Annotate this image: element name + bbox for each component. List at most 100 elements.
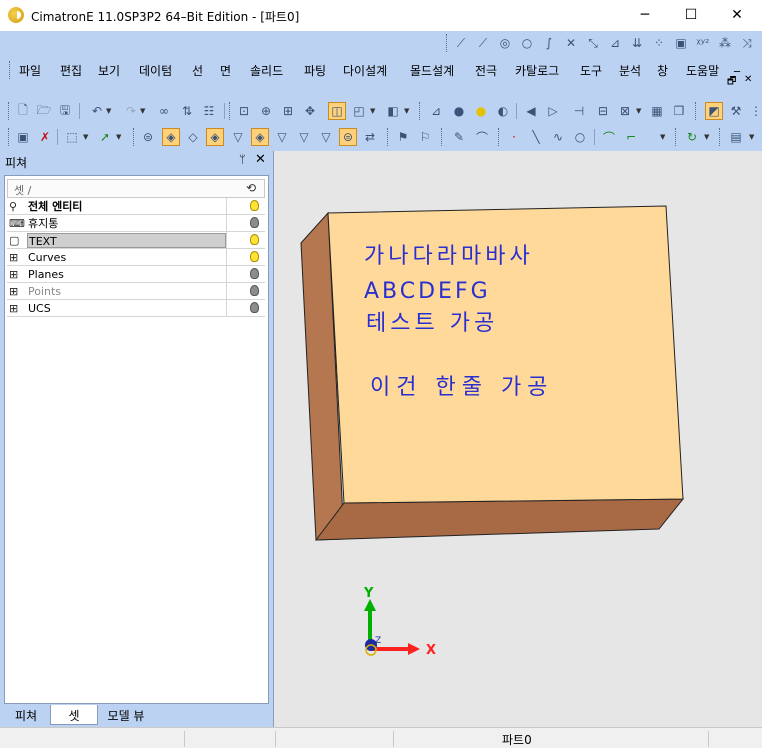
- menu-edit[interactable]: 편집: [60, 62, 82, 79]
- render-mode-icon[interactable]: ◧: [384, 102, 402, 120]
- filter-all-icon[interactable]: ⊜: [139, 128, 157, 146]
- glasses-icon[interactable]: ∞: [155, 102, 173, 120]
- bulb-on-icon[interactable]: [250, 234, 259, 245]
- select-mode-icon[interactable]: ◩: [705, 102, 723, 120]
- filter-swap-icon[interactable]: ⇄: [361, 128, 379, 146]
- toolbar-grip[interactable]: [229, 102, 232, 120]
- point-icon[interactable]: ·: [505, 128, 523, 146]
- filter-set-icon[interactable]: ⊜: [339, 128, 357, 146]
- toolbar-grip[interactable]: [8, 102, 11, 120]
- frame-icon[interactable]: ▣: [672, 34, 690, 52]
- filter-flag-icon[interactable]: ⚑: [394, 128, 412, 146]
- set-row-curves[interactable]: ⊞ Curves: [7, 249, 265, 266]
- menu-tools[interactable]: 도구: [580, 62, 602, 79]
- spline-curve-icon[interactable]: ∿: [549, 128, 567, 146]
- show-hide-icon[interactable]: ⊿: [427, 102, 445, 120]
- cross-curve-icon[interactable]: ✕: [562, 34, 580, 52]
- trim-curve-icon[interactable]: ⊿: [606, 34, 624, 52]
- cube-icon[interactable]: ❒: [670, 102, 688, 120]
- filter-point-icon[interactable]: ▽: [229, 128, 247, 146]
- set-row-trash[interactable]: ⌨ 휴지통: [7, 215, 265, 232]
- bulb-on-icon[interactable]: ●: [472, 102, 490, 120]
- menu-datum[interactable]: 데이텀: [139, 62, 172, 79]
- menu-die-design[interactable]: 다이설계: [343, 62, 387, 79]
- arc-icon[interactable]: ○: [518, 34, 536, 52]
- tab-sets[interactable]: 셋: [50, 705, 98, 725]
- toolbar-grip[interactable]: [675, 128, 678, 146]
- toolbar-grip[interactable]: [387, 128, 390, 146]
- more-icon[interactable]: ⋮: [747, 102, 762, 120]
- select-box-dropdown[interactable]: ▼: [83, 128, 91, 146]
- menu-mold-design[interactable]: 몰드설계: [410, 62, 454, 79]
- transform-dropdown[interactable]: ▼: [704, 128, 712, 146]
- filter-solid-icon[interactable]: ◈: [251, 128, 269, 146]
- sync-icon[interactable]: ⇅: [178, 102, 196, 120]
- set-row-text[interactable]: ▢ TEXT: [7, 232, 265, 249]
- tab-model-view[interactable]: 모델 뷰: [100, 705, 152, 725]
- layer-icon[interactable]: ▤: [727, 128, 745, 146]
- zoom-all-icon[interactable]: ⊡: [235, 102, 253, 120]
- redo-dropdown[interactable]: ▼: [140, 102, 148, 120]
- select-box-icon[interactable]: ⬚: [63, 128, 81, 146]
- redo-icon[interactable]: ↷: [122, 102, 140, 120]
- arrow-right-icon[interactable]: ▷: [544, 102, 562, 120]
- menu-help[interactable]: 도움말: [686, 62, 719, 79]
- inner-minimize-button[interactable]: _: [734, 58, 740, 72]
- shaded-view-icon[interactable]: ◫: [328, 102, 346, 120]
- curve-options-icon[interactable]: ⤨: [738, 34, 756, 52]
- set-row-points[interactable]: ⊞ Points: [7, 283, 265, 300]
- line-point-icon[interactable]: ⟋: [474, 34, 492, 52]
- select-all-icon[interactable]: ▣: [14, 128, 32, 146]
- dimension-icon[interactable]: ⊟: [594, 102, 612, 120]
- engraved-text-line-1[interactable]: 가나다라마바사: [364, 244, 534, 269]
- pick-dropdown[interactable]: ▼: [116, 128, 124, 146]
- arrow-left-icon[interactable]: ◀: [522, 102, 540, 120]
- toolbar-grip[interactable]: [419, 102, 422, 120]
- xyz-icon[interactable]: ᵡʸᶻ: [694, 34, 712, 52]
- graphics-viewport[interactable]: 가나다라마바사 ABCDEFG 테스트 가공 이건 한줄 가공 Y X Z: [273, 151, 762, 727]
- transform-icon[interactable]: ↻: [683, 128, 701, 146]
- toolbar-grip[interactable]: [719, 128, 722, 146]
- bulb-on-icon[interactable]: [250, 200, 259, 211]
- filter-marker-icon[interactable]: ⚐: [416, 128, 434, 146]
- toolbar-grip[interactable]: [8, 128, 11, 146]
- set-row-all-entities[interactable]: ⚲ 전체 엔티티: [7, 198, 265, 215]
- settings-stack-icon[interactable]: ☷: [200, 102, 218, 120]
- menu-file[interactable]: 파일: [19, 62, 41, 79]
- maximize-button[interactable]: ☐: [668, 0, 714, 31]
- menu-analysis[interactable]: 분석: [619, 62, 641, 79]
- pin-icon[interactable]: ᛘ: [239, 153, 246, 166]
- view-orientation-icon[interactable]: ◰: [350, 102, 368, 120]
- analysis-icon[interactable]: ⊠: [616, 102, 634, 120]
- curve-dropdown[interactable]: ▼: [660, 128, 668, 146]
- filter-face-icon[interactable]: ◈: [162, 128, 180, 146]
- undo-dropdown[interactable]: ▼: [106, 102, 114, 120]
- spline-icon[interactable]: ∫: [540, 34, 558, 52]
- set-row-ucs[interactable]: ⊞ UCS: [7, 300, 265, 317]
- inner-restore-button[interactable]: 🗗: [727, 74, 736, 91]
- new-file-icon[interactable]: 🗋: [14, 102, 32, 120]
- sketch-curve-icon[interactable]: ⌒: [473, 128, 491, 146]
- chamfer-icon[interactable]: ⌐: [622, 128, 640, 146]
- menu-solid[interactable]: 솔리드: [250, 62, 283, 79]
- menu-face[interactable]: 면: [220, 62, 231, 79]
- bulb-on-icon[interactable]: [250, 251, 259, 262]
- model-canvas[interactable]: 가나다라마바사 ABCDEFG 테스트 가공 이건 한줄 가공 Y X Z: [274, 151, 762, 727]
- point-set-icon[interactable]: ⁘: [650, 34, 668, 52]
- deselect-icon[interactable]: ✗: [36, 128, 54, 146]
- fillet-icon[interactable]: ⌒: [600, 128, 618, 146]
- zoom-icon[interactable]: ⊞: [279, 102, 297, 120]
- composite-curve-icon[interactable]: ⁂: [716, 34, 734, 52]
- bulb-off-icon[interactable]: [250, 285, 259, 296]
- pan-icon[interactable]: ✥: [301, 102, 319, 120]
- bulb-swap-icon[interactable]: ◐: [494, 102, 512, 120]
- bulb-off-icon[interactable]: [250, 268, 259, 279]
- visibility-column-icon[interactable]: ⟲: [246, 181, 256, 195]
- menu-view[interactable]: 보기: [98, 62, 120, 79]
- render-dropdown[interactable]: ▼: [404, 102, 412, 120]
- save-icon[interactable]: 🖫: [56, 102, 74, 120]
- undo-icon[interactable]: ↶: [88, 102, 106, 120]
- tab-features[interactable]: 피쳐: [4, 705, 48, 725]
- line-tool-icon[interactable]: ⟋: [452, 34, 470, 52]
- block-icon[interactable]: ▦: [648, 102, 666, 120]
